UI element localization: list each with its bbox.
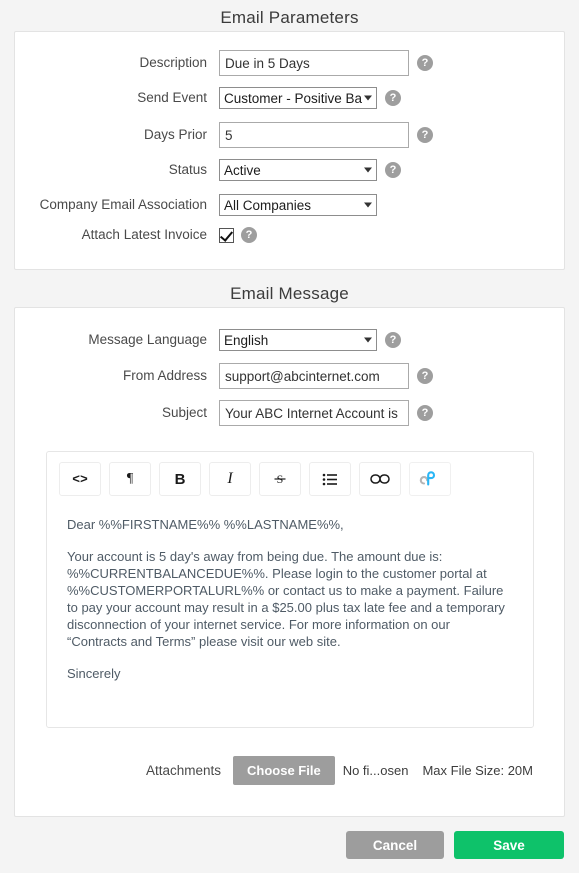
- status-select[interactable]: Active: [219, 159, 377, 181]
- label-attachments: Attachments: [145, 763, 221, 778]
- link-glyph: [370, 474, 390, 484]
- help-icon-days-prior[interactable]: ?: [417, 127, 433, 143]
- chevron-down-icon: [364, 337, 372, 343]
- brand-icon[interactable]: [409, 462, 451, 496]
- strikethrough-glyph: S: [274, 472, 286, 486]
- email-parameters-card: Description ? Send Event Customer - Posi…: [14, 31, 565, 270]
- field-row-days-prior: Days Prior ?: [15, 122, 564, 148]
- paragraph-icon[interactable]: ¶: [109, 462, 151, 496]
- message-language-select[interactable]: English: [219, 329, 377, 351]
- link-icon[interactable]: [359, 462, 401, 496]
- bold-icon[interactable]: B: [159, 462, 201, 496]
- label-days-prior: Days Prior: [143, 127, 207, 142]
- label-from-address: From Address: [122, 368, 207, 383]
- help-icon-message-language[interactable]: ?: [385, 332, 401, 348]
- field-row-attach-latest-invoice: Attach Latest Invoice ?: [15, 227, 564, 243]
- label-status: Status: [168, 162, 207, 177]
- bullet-list-icon[interactable]: [309, 462, 351, 496]
- field-row-company-email-association: Company Email Association All Companies: [15, 194, 564, 216]
- email-template-editor-page: Email Parameters Description ? Send Even…: [0, 0, 579, 873]
- section-title-email-message: Email Message: [230, 284, 349, 303]
- help-icon-subject[interactable]: ?: [417, 405, 433, 421]
- email-message-card: Message Language English ? From Address …: [14, 307, 565, 817]
- from-address-input[interactable]: [219, 363, 409, 389]
- editor-paragraph-greeting: Dear %%FIRSTNAME%% %%LASTNAME%%,: [67, 517, 344, 532]
- help-icon-status[interactable]: ?: [385, 162, 401, 178]
- help-icon-description[interactable]: ?: [417, 55, 433, 71]
- brand-glyph: [419, 471, 436, 486]
- label-company-email-association: Company Email Association: [39, 197, 207, 212]
- message-body-editor: <> ¶ B I S Dear %%FIRSTNAME%% %%LASTNAME…: [46, 451, 534, 728]
- save-button[interactable]: Save: [454, 831, 564, 859]
- editor-body[interactable]: Dear %%FIRSTNAME%% %%LASTNAME%%, Your ac…: [47, 502, 533, 692]
- chevron-down-icon: [364, 167, 372, 173]
- strikethrough-icon[interactable]: S: [259, 462, 301, 496]
- send-event-value: Customer - Positive Bа: [224, 90, 363, 106]
- footer-bar: Cancel Save: [0, 817, 579, 873]
- message-language-value: English: [224, 332, 269, 348]
- code-icon[interactable]: <>: [59, 462, 101, 496]
- cancel-button[interactable]: Cancel: [346, 831, 444, 859]
- field-row-send-event: Send Event Customer - Positive Bа ?: [15, 87, 564, 109]
- help-icon-attach-latest-invoice[interactable]: ?: [241, 227, 257, 243]
- chevron-down-icon: [364, 95, 372, 101]
- label-send-event: Send Event: [137, 90, 207, 105]
- field-row-description: Description ?: [15, 50, 564, 76]
- help-icon-from-address[interactable]: ?: [417, 368, 433, 384]
- status-value: Active: [224, 162, 261, 178]
- label-subject: Subject: [161, 405, 207, 420]
- send-event-select[interactable]: Customer - Positive Bа: [219, 87, 377, 109]
- help-icon-send-event[interactable]: ?: [385, 90, 401, 106]
- field-row-from-address: From Address ?: [15, 363, 564, 389]
- field-row-message-language: Message Language English ?: [15, 329, 564, 351]
- max-file-size-text: Max File Size: 20M: [422, 763, 533, 778]
- description-input[interactable]: [219, 50, 409, 76]
- chevron-down-icon: [364, 202, 372, 208]
- field-row-status: Status Active ?: [15, 159, 564, 181]
- editor-toolbar: <> ¶ B I S: [47, 452, 533, 502]
- editor-paragraph-signoff: Sincerely: [67, 666, 121, 681]
- editor-paragraph-main: Your account is 5 day's away from being …: [67, 549, 505, 649]
- file-status-text: No fi...osen: [342, 763, 409, 778]
- label-description: Description: [139, 55, 207, 70]
- label-message-language: Message Language: [88, 332, 207, 347]
- italic-icon[interactable]: I: [209, 462, 251, 496]
- field-row-subject: Subject ?: [15, 400, 564, 426]
- attachments-row: Attachments Choose File No fi...osen Max…: [15, 756, 566, 785]
- bullet-list-glyph: [322, 473, 337, 485]
- attach-latest-invoice-checkbox[interactable]: [219, 227, 234, 243]
- choose-file-button[interactable]: Choose File: [233, 756, 335, 785]
- company-email-association-value: All Companies: [224, 197, 312, 213]
- subject-input[interactable]: [219, 400, 409, 426]
- company-email-association-select[interactable]: All Companies: [219, 194, 377, 216]
- days-prior-input[interactable]: [219, 122, 409, 148]
- section-title-email-parameters: Email Parameters: [220, 8, 359, 27]
- label-attach-latest-invoice: Attach Latest Invoice: [81, 227, 207, 242]
